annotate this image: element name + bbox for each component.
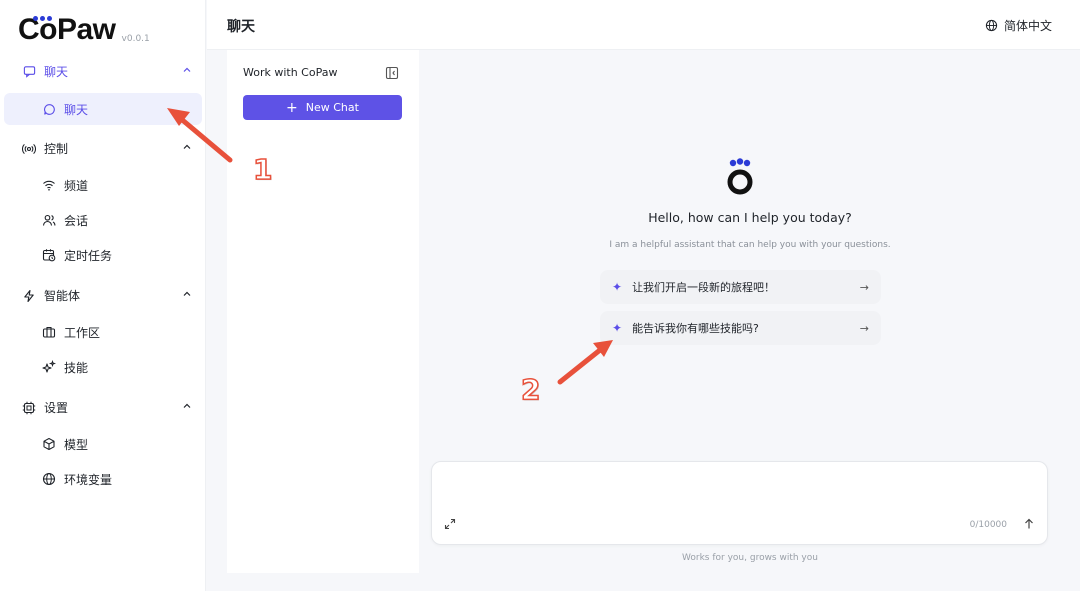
- annotation-number-1: 1: [252, 152, 273, 187]
- annotation-arrow-2: [557, 340, 613, 385]
- annotation-arrow-1: [167, 108, 233, 163]
- annotation-number-2: 2: [520, 372, 541, 407]
- annotation-overlay: [167, 108, 613, 385]
